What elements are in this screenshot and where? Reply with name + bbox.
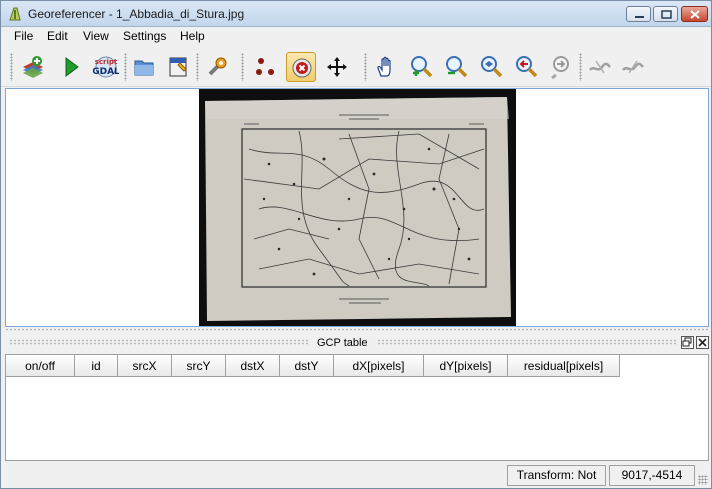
dock-grip — [377, 339, 677, 345]
menu-settings[interactable]: Settings — [123, 29, 166, 43]
toolbar-separator — [579, 53, 582, 81]
close-dock-button[interactable] — [696, 336, 709, 349]
link-qgis-to-georeferencer-button[interactable] — [618, 52, 648, 82]
column-header-srcy[interactable]: srcY — [172, 355, 226, 377]
generate-gdal-script-button[interactable]: script GDAL — [90, 52, 120, 82]
zoom-last-button[interactable] — [511, 52, 541, 82]
column-header-dstx[interactable]: dstX — [226, 355, 280, 377]
menu-view[interactable]: View — [83, 29, 109, 43]
coordinate-display: 9017,-4514 — [609, 465, 695, 486]
gdal-label: GDAL — [93, 67, 119, 77]
toolbar-grip[interactable] — [10, 53, 13, 81]
gcp-table-title: GCP table — [317, 337, 368, 349]
menu-edit[interactable]: Edit — [47, 29, 68, 43]
gcp-table[interactable]: on/off id srcX srcY dstX dstY dX[pixels]… — [5, 354, 709, 461]
toolbar-separator — [364, 53, 367, 81]
transform-status: Transform: Not set — [507, 465, 606, 489]
dock-splitter[interactable] — [5, 328, 709, 333]
toolbar-separator — [241, 53, 244, 81]
georeferencer-toolbar: script GDAL — [1, 47, 711, 87]
menu-help[interactable]: Help — [180, 29, 205, 43]
column-header-on-off[interactable]: on/off — [6, 355, 75, 377]
maximize-button[interactable] — [653, 6, 678, 22]
close-button[interactable] — [681, 6, 708, 22]
map-canvas[interactable] — [5, 88, 709, 327]
raster-map-image — [199, 89, 516, 326]
resize-grip[interactable] — [698, 475, 708, 485]
column-header-srcx[interactable]: srcX — [118, 355, 172, 377]
window-title: Georeferencer - 1_Abbadia_di_Stura.jpg — [28, 7, 245, 21]
add-point-button[interactable] — [250, 52, 280, 82]
qgis-georeferencer-icon — [7, 6, 23, 22]
title-bar[interactable]: Georeferencer - 1_Abbadia_di_Stura.jpg — [1, 1, 711, 27]
minimize-button[interactable] — [626, 6, 651, 22]
menu-bar: File Edit View Settings Help — [1, 27, 711, 46]
dock-grip — [9, 339, 309, 345]
column-header-residual-pixels[interactable]: residual[pixels] — [508, 355, 620, 377]
move-gcp-point-button[interactable] — [322, 52, 352, 82]
delete-point-button[interactable] — [286, 52, 316, 82]
save-gcp-points-button[interactable] — [163, 52, 193, 82]
zoom-next-button[interactable] — [546, 52, 576, 82]
column-header-dx-pixels[interactable]: dX[pixels] — [334, 355, 424, 377]
link-georeferencer-to-qgis-button[interactable] — [585, 52, 615, 82]
zoom-in-button[interactable] — [406, 52, 436, 82]
open-raster-button[interactable] — [18, 52, 48, 82]
float-dock-button[interactable] — [681, 336, 694, 349]
zoom-to-layer-button[interactable] — [476, 52, 506, 82]
column-header-dy-pixels[interactable]: dY[pixels] — [424, 355, 508, 377]
column-header-dsty[interactable]: dstY — [280, 355, 334, 377]
gdal-script-label: script — [95, 58, 118, 66]
pan-button[interactable] — [371, 52, 401, 82]
start-georeferencing-button[interactable] — [56, 52, 86, 82]
column-header-id[interactable]: id — [75, 355, 118, 377]
gcp-dock-title-bar[interactable]: GCP table — [5, 334, 709, 352]
status-bar: Transform: Not set 9017,-4514 — [1, 463, 711, 489]
toolbar-separator — [196, 53, 199, 81]
toolbar-separator — [124, 53, 127, 81]
menu-file[interactable]: File — [14, 29, 33, 43]
georeferencer-window: Georeferencer - 1_Abbadia_di_Stura.jpg F… — [0, 0, 712, 489]
transformation-settings-button[interactable] — [202, 52, 232, 82]
zoom-out-button[interactable] — [441, 52, 471, 82]
load-gcp-points-button[interactable] — [129, 52, 159, 82]
